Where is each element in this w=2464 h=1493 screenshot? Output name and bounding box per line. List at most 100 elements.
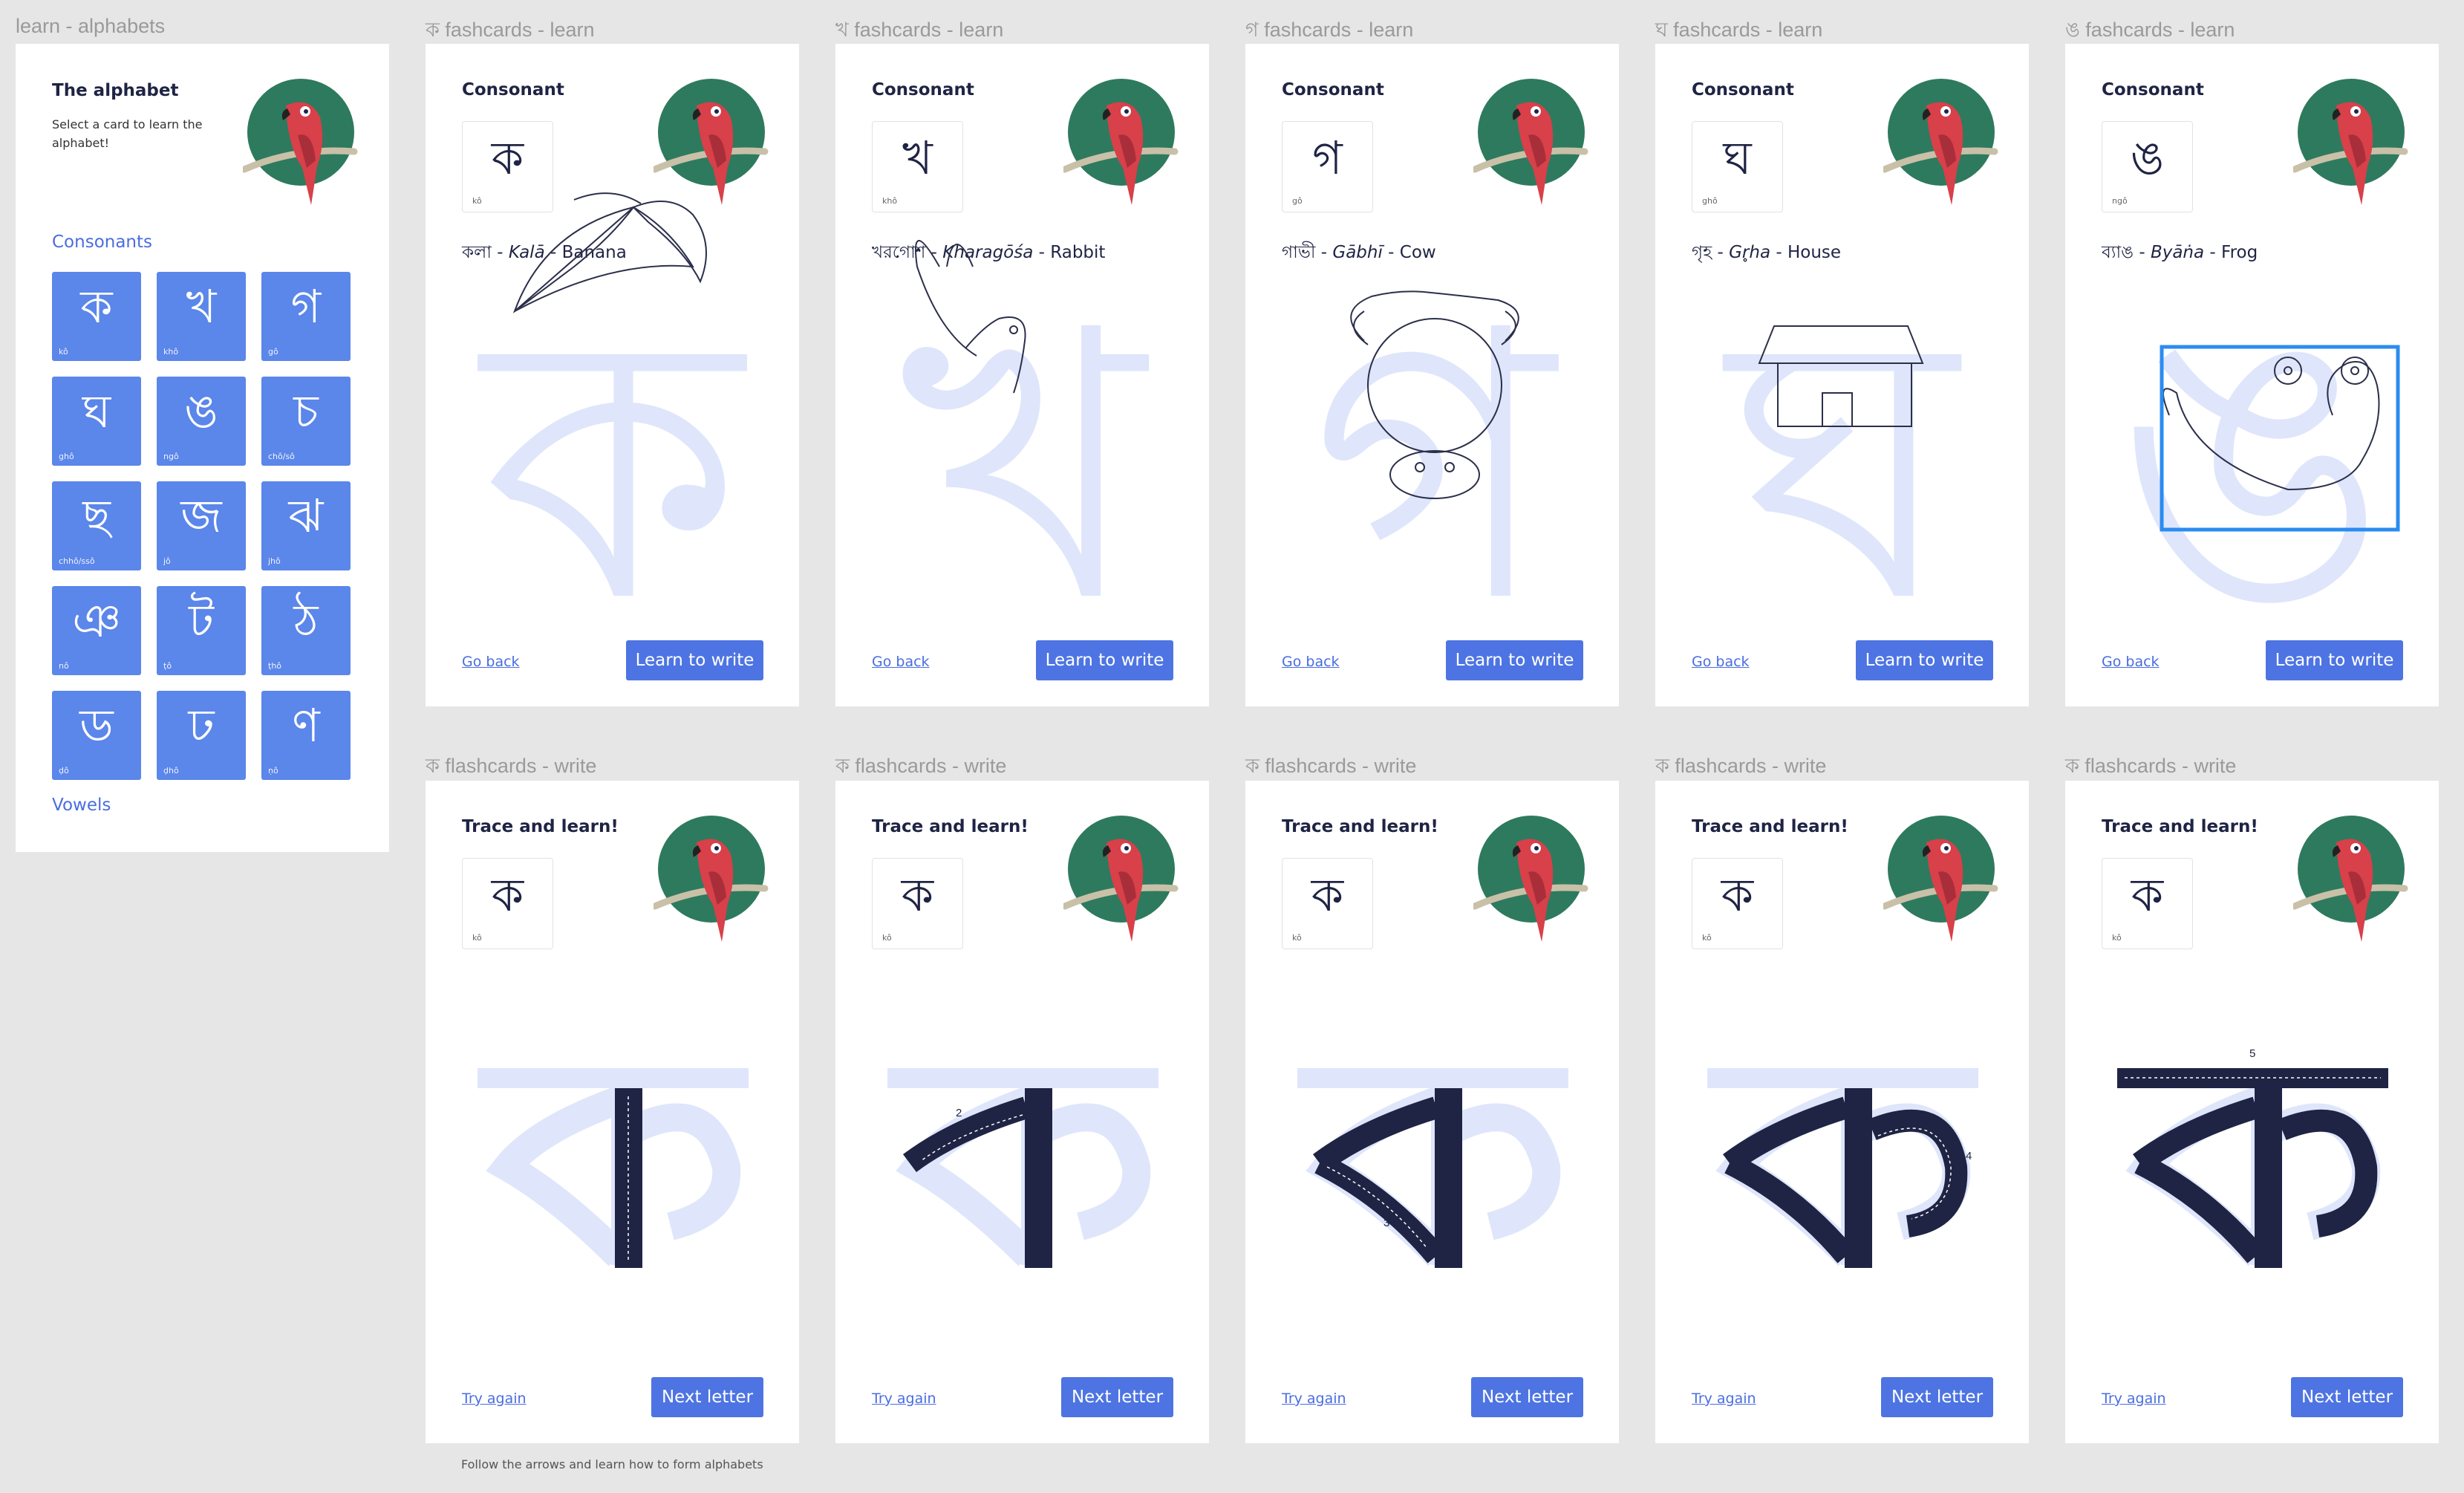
tracing-canvas[interactable]: 3 — [1245, 781, 1619, 1443]
consonant-tile[interactable]: জ jô — [157, 481, 246, 570]
learn-to-write-button[interactable]: Learn to write — [626, 640, 763, 680]
go-back-link[interactable]: Go back — [2102, 654, 2160, 670]
tile-romanization: ṭô — [163, 661, 172, 671]
tile-romanization: gô — [268, 347, 278, 357]
flashcard-learn-screen: Consonant ঘ ghô গৃহ - Gr̥ha - House ঘ Go… — [1655, 44, 2029, 706]
tile-romanization: khô — [163, 347, 179, 357]
word-illustration — [1350, 290, 1519, 499]
try-again-link[interactable]: Try again — [1692, 1390, 1756, 1407]
tile-glyph: খ — [186, 279, 217, 334]
tile-glyph: ণ — [292, 698, 320, 752]
stroke-number: 3 — [1383, 1217, 1389, 1229]
tile-romanization: chô/sô — [268, 452, 295, 461]
next-letter-button[interactable]: Next letter — [2291, 1377, 2403, 1417]
consonants-link[interactable]: Consonants — [52, 232, 152, 252]
consonant-tile[interactable]: ছ chhô/ssô — [52, 481, 141, 570]
stroke-number: 1 — [636, 1165, 642, 1177]
flashcard-write-screen: Trace and learn! ক kô 3 Try again Next l… — [1245, 781, 1619, 1443]
frame-label-write: ক flashcards - write — [835, 755, 1007, 777]
tile-glyph: ঘ — [82, 384, 111, 438]
tile-glyph: ঠ — [293, 593, 319, 648]
tile-glyph: জ — [180, 489, 222, 543]
next-letter-button[interactable]: Next letter — [1881, 1377, 1993, 1417]
tile-glyph: ক — [80, 279, 113, 334]
consonant-tile[interactable]: ঞ nô — [52, 586, 141, 675]
tile-glyph: ঞ — [72, 593, 121, 648]
tracing-canvas[interactable]: 2 — [835, 781, 1209, 1443]
go-back-link[interactable]: Go back — [462, 654, 520, 670]
frame-label-write: ক flashcards - write — [2065, 755, 2237, 777]
tile-glyph: ড — [79, 698, 114, 752]
tile-romanization: ḍhô — [163, 766, 179, 775]
consonant-tile[interactable]: ঘ ghô — [52, 377, 141, 466]
frame-label-write: ক flashcards - write — [1655, 755, 1827, 777]
tile-romanization: nô — [59, 661, 69, 671]
tile-romanization: chhô/ssô — [59, 556, 95, 566]
stroke-number: 4 — [1966, 1150, 1972, 1162]
consonant-tile[interactable]: খ khô — [157, 272, 246, 361]
consonant-tile[interactable]: ক kô — [52, 272, 141, 361]
word-illustration — [1758, 325, 1924, 427]
tile-romanization: jô — [163, 556, 171, 566]
tile-glyph: ঢ — [188, 698, 215, 752]
consonant-tile[interactable]: চ chô/sô — [261, 377, 351, 466]
learn-to-write-button[interactable]: Learn to write — [1446, 640, 1583, 680]
learn-to-write-button[interactable]: Learn to write — [2266, 640, 2403, 680]
tile-romanization: ṭhô — [268, 661, 282, 671]
tracing-canvas[interactable]: 5 — [2065, 781, 2439, 1443]
footer-note: Follow the arrows and learn how to form … — [461, 1457, 763, 1471]
consonant-tile[interactable]: ট ṭô — [157, 586, 246, 675]
consonant-tile[interactable]: ঠ ṭhô — [261, 586, 351, 675]
frame-label-write: ক flashcards - write — [426, 755, 597, 777]
vowels-link[interactable]: Vowels — [52, 796, 111, 815]
consonant-tile[interactable]: ড ḍô — [52, 691, 141, 780]
tile-romanization: jhô — [268, 556, 281, 566]
go-back-link[interactable]: Go back — [1692, 654, 1750, 670]
consonant-tile[interactable]: গ gô — [261, 272, 351, 361]
tile-romanization: kô — [59, 347, 68, 357]
go-back-link[interactable]: Go back — [1282, 654, 1340, 670]
learn-to-write-button[interactable]: Learn to write — [1856, 640, 1993, 680]
consonant-tile[interactable]: ঙ ngô — [157, 377, 246, 466]
tile-glyph: ছ — [82, 489, 111, 543]
word-illustration — [2160, 345, 2400, 532]
consonant-tile[interactable]: ণ ṇô — [261, 691, 351, 780]
consonant-grid: ক kô খ khô গ gô ঘ ghô ঙ ngô চ chô/sô ছ chhô/ss… — [52, 272, 351, 831]
try-again-link[interactable]: Try again — [2102, 1390, 2166, 1407]
flashcard-write-screen: Trace and learn! ক kô 4 Try again Next l… — [1655, 781, 2029, 1443]
tracing-canvas[interactable]: 4 — [1655, 781, 2029, 1443]
tile-romanization: ghô — [59, 452, 74, 461]
stroke-number: 2 — [956, 1107, 962, 1119]
try-again-link[interactable]: Try again — [462, 1390, 527, 1407]
flashcard-write-screen: Trace and learn! ক kô 2 Try again Next l… — [835, 781, 1209, 1443]
learn-to-write-button[interactable]: Learn to write — [1036, 640, 1173, 680]
next-letter-button[interactable]: Next letter — [1471, 1377, 1583, 1417]
page-title: The alphabet — [52, 81, 179, 100]
word-illustration — [512, 192, 707, 313]
parrot-mascot-icon — [243, 79, 358, 205]
alphabet-index-screen: The alphabet Select a card to learn the … — [16, 44, 389, 852]
tile-glyph: চ — [293, 384, 319, 438]
try-again-link[interactable]: Try again — [1282, 1390, 1346, 1407]
tile-romanization: ngô — [163, 452, 179, 461]
next-letter-button[interactable]: Next letter — [651, 1377, 763, 1417]
flashcard-learn-screen: Consonant গ gô গাভী - Gābhī - Cow গ Go b… — [1245, 44, 1619, 706]
tile-romanization: ḍô — [59, 766, 69, 775]
tile-glyph: ঝ — [288, 489, 324, 543]
tracing-canvas[interactable]: 1 — [426, 781, 799, 1443]
tile-romanization: ṇô — [268, 766, 278, 775]
tile-glyph: ট — [189, 593, 214, 648]
try-again-link[interactable]: Try again — [872, 1390, 936, 1407]
flashcard-learn-screen: Consonant খ khô খরগোশ - Kharagōśa - Rabb… — [835, 44, 1209, 706]
flashcard-write-screen: Trace and learn! ক kô 5 Try again Next l… — [2065, 781, 2439, 1443]
frame-label-write: ক flashcards - write — [1245, 755, 1417, 777]
consonant-tile[interactable]: ঝ jhô — [261, 481, 351, 570]
word-illustration — [915, 240, 1026, 394]
flashcard-write-screen: Trace and learn! ক kô 1 Try again Next l… — [426, 781, 799, 1443]
frame-label-index: learn - alphabets — [16, 15, 166, 37]
consonant-tile[interactable]: ঢ ḍhô — [157, 691, 246, 780]
tile-glyph: ঙ — [184, 384, 218, 438]
next-letter-button[interactable]: Next letter — [1061, 1377, 1173, 1417]
stroke-number: 5 — [2249, 1047, 2255, 1060]
go-back-link[interactable]: Go back — [872, 654, 930, 670]
